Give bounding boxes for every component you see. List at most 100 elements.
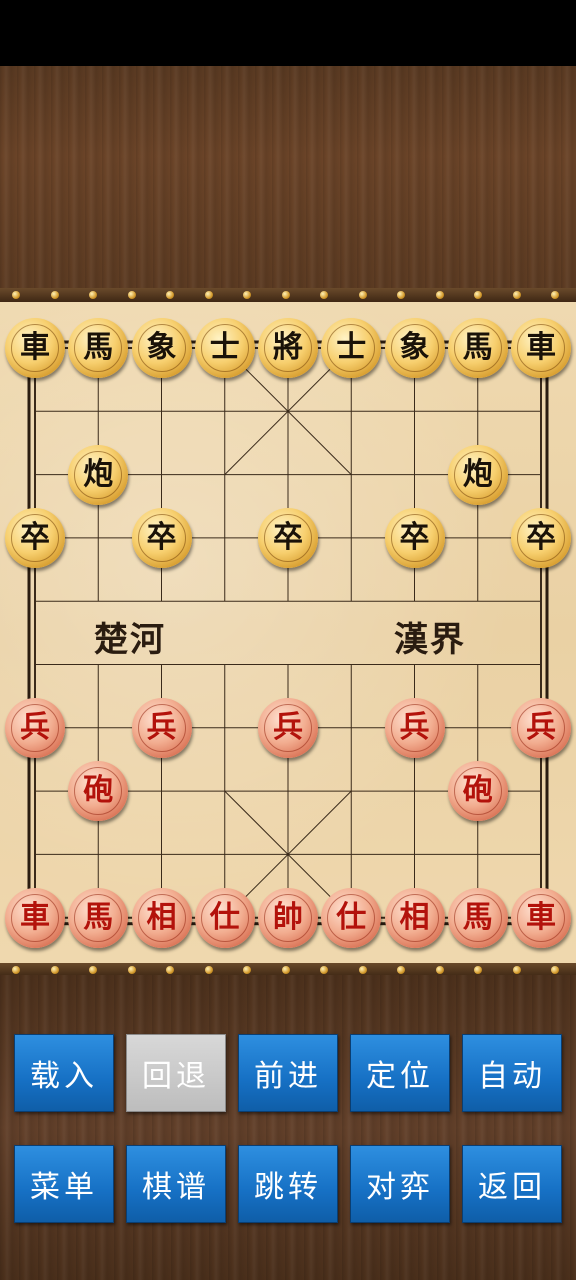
black-soldier-2[interactable]: 卒 [131, 507, 192, 568]
black-soldier-4[interactable]: 卒 [384, 507, 445, 568]
rail-stud [166, 291, 174, 299]
piece-label: 炮 [462, 456, 493, 492]
river-label-right: 漢界 [394, 620, 466, 660]
red-soldier-2[interactable]: 兵 [131, 697, 192, 758]
rail-stud [358, 291, 367, 299]
rail-stud [551, 966, 559, 974]
jump-button[interactable]: 跳转 [238, 1145, 338, 1223]
load-button[interactable]: 载入 [14, 1034, 114, 1112]
piece-label: 砲 [462, 773, 493, 809]
black-advisor-left[interactable]: 士 [194, 318, 255, 378]
piece-label: 卒 [526, 519, 556, 555]
rail-stud [204, 966, 213, 974]
piece-label: 帥 [273, 899, 303, 935]
rail-stud [243, 291, 251, 299]
piece-label: 馬 [83, 330, 114, 365]
red-chariot-right[interactable]: 車 [511, 887, 571, 948]
piece-label: 相 [399, 899, 430, 935]
rail-stud [243, 966, 251, 974]
rail-stud [89, 291, 97, 299]
rail-stud [281, 966, 290, 974]
board-grid [27, 340, 549, 926]
black-cannon-left[interactable]: 炮 [68, 444, 129, 505]
piece-label: 士 [336, 330, 367, 365]
status-bar [0, 0, 576, 66]
piece-label: 車 [526, 330, 556, 365]
piece-label: 仕 [209, 899, 240, 935]
piece-label: 炮 [83, 456, 114, 492]
piece-label: 兵 [20, 709, 50, 745]
red-soldier-5[interactable]: 兵 [511, 697, 571, 758]
rail-stud [320, 291, 328, 299]
black-soldier-1[interactable]: 卒 [5, 507, 65, 568]
piece-label: 仕 [336, 899, 367, 935]
black-soldier-5[interactable]: 卒 [511, 507, 571, 568]
rail-stud [474, 291, 482, 299]
red-cannon-right[interactable]: 砲 [447, 761, 508, 822]
red-elephant-left[interactable]: 相 [131, 887, 192, 948]
rail-stud [50, 291, 59, 299]
piece-label: 兵 [273, 709, 303, 745]
rail-stud [281, 291, 290, 299]
rail-stud [50, 966, 59, 974]
red-cannon-left[interactable]: 砲 [68, 761, 129, 822]
red-soldier-4[interactable]: 兵 [384, 697, 445, 758]
piece-label: 兵 [526, 709, 556, 745]
piece-label: 車 [20, 330, 50, 365]
rail-stud [166, 966, 174, 974]
rail-stud [12, 966, 20, 974]
piece-label: 相 [146, 899, 177, 935]
red-advisor-left[interactable]: 仕 [194, 887, 255, 948]
red-chariot-left[interactable]: 車 [5, 887, 65, 948]
black-chariot-right[interactable]: 車 [511, 318, 571, 378]
xiangqi-board[interactable]: 楚河 漢界 車馬象士將士象馬車炮炮卒卒卒卒卒兵兵兵兵兵砲砲車馬相仕帥仕相馬車 [0, 302, 576, 963]
piece-label: 象 [146, 330, 177, 365]
rail-stud [474, 966, 482, 974]
red-horse-right[interactable]: 馬 [447, 887, 508, 948]
black-horse-left[interactable]: 馬 [68, 318, 129, 378]
back-button[interactable]: 返回 [462, 1145, 562, 1223]
red-soldier-3[interactable]: 兵 [258, 697, 318, 758]
piece-label: 砲 [83, 773, 114, 809]
wood-panel-top [0, 66, 576, 290]
black-chariot-left[interactable]: 車 [5, 318, 65, 378]
rail-stud [512, 966, 521, 974]
rail-stud [435, 291, 444, 299]
rail-stud [204, 291, 213, 299]
rail-stud [127, 291, 136, 299]
black-elephant-left[interactable]: 象 [131, 318, 192, 378]
piece-label: 士 [209, 330, 240, 365]
red-general[interactable]: 帥 [258, 887, 318, 948]
black-soldier-3[interactable]: 卒 [258, 507, 318, 568]
piece-label: 卒 [146, 519, 177, 555]
rail-stud [551, 291, 559, 299]
rail-stud [397, 966, 405, 974]
red-elephant-right[interactable]: 相 [384, 887, 445, 948]
piece-label: 車 [20, 899, 50, 935]
black-general[interactable]: 將 [258, 318, 318, 378]
red-advisor-right[interactable]: 仕 [321, 887, 382, 948]
black-elephant-right[interactable]: 象 [384, 318, 445, 378]
red-horse-left[interactable]: 馬 [68, 887, 129, 948]
piece-label: 象 [399, 330, 430, 365]
auto-button[interactable]: 自动 [462, 1034, 562, 1112]
black-horse-right[interactable]: 馬 [447, 318, 508, 378]
undo-button[interactable]: 回退 [126, 1034, 226, 1112]
play-button[interactable]: 对弈 [350, 1145, 450, 1223]
rail-stud [320, 966, 328, 974]
menu-button[interactable]: 菜单 [14, 1145, 114, 1223]
forward-button[interactable]: 前进 [238, 1034, 338, 1112]
board-rail-top [0, 288, 576, 302]
piece-label: 兵 [146, 709, 177, 745]
river-label-left: 楚河 [94, 620, 166, 660]
rail-stud [358, 966, 367, 974]
piece-label: 卒 [20, 519, 50, 555]
black-advisor-right[interactable]: 士 [321, 318, 382, 378]
black-cannon-right[interactable]: 炮 [447, 444, 508, 505]
piece-label: 馬 [462, 330, 493, 365]
red-soldier-1[interactable]: 兵 [5, 697, 65, 758]
rail-stud [89, 966, 97, 974]
locate-button[interactable]: 定位 [350, 1034, 450, 1112]
record-button[interactable]: 棋谱 [126, 1145, 226, 1223]
piece-label: 卒 [399, 519, 430, 555]
